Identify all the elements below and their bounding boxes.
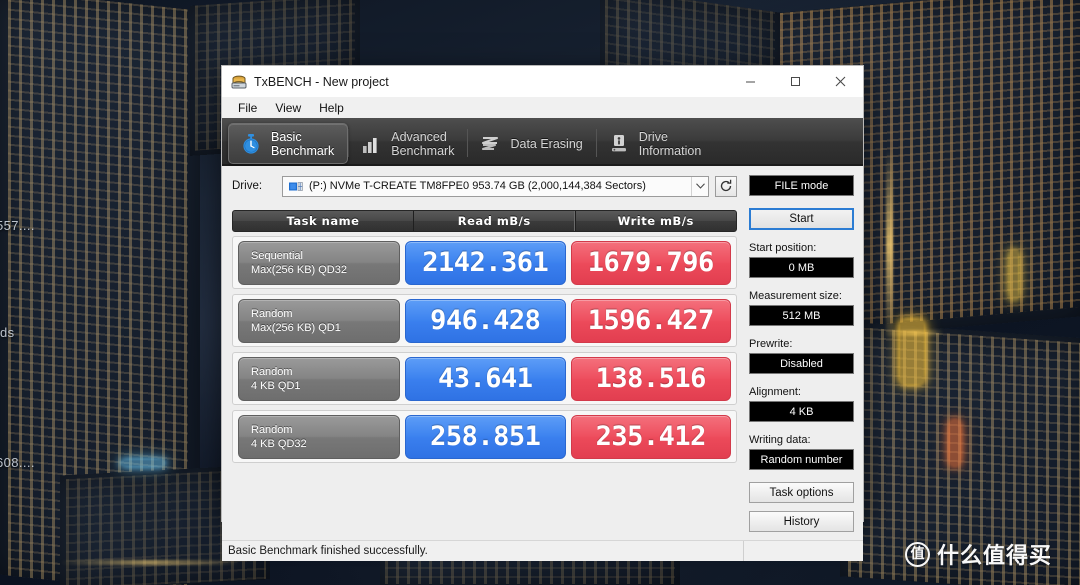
maximize-button[interactable] — [773, 66, 818, 97]
benchmark-results: Task name Read mB/s Write mB/s Sequentia… — [232, 210, 737, 468]
task-name-line1: Random — [251, 307, 293, 320]
write-value: 235.412 — [570, 414, 731, 459]
erase-waves-icon — [479, 133, 501, 155]
drive-select[interactable]: (P:) NVMe T-CREATE TM8FPE0 953.74 GB (2,… — [282, 175, 709, 197]
right-pane: FILE mode Start Start position: 0 MB Mea… — [747, 166, 863, 540]
task-name-line2: 4 KB QD1 — [251, 379, 301, 392]
results-header-row: Task name Read mB/s Write mB/s — [232, 210, 737, 232]
history-button[interactable]: History — [749, 511, 854, 532]
wallpaper-neon-sign — [950, 420, 960, 466]
task-name-line2: Max(256 KB) QD1 — [251, 321, 341, 334]
status-message: Basic Benchmark finished successfully. — [228, 545, 428, 557]
wallpaper-neon-sign — [120, 460, 166, 466]
task-name-line1: Random — [251, 365, 293, 378]
task-name-line1: Sequential — [251, 249, 303, 262]
bar-chart-icon — [360, 133, 382, 155]
task-badge[interactable]: Random Max(256 KB) QD1 — [238, 298, 400, 343]
read-value: 258.851 — [405, 414, 566, 459]
tab-advanced-benchmark[interactable]: Advanced Benchmark — [349, 123, 467, 164]
wallpaper-neon-sign — [1010, 250, 1018, 300]
column-header-task-name: Task name — [286, 214, 360, 228]
tab-advanced-benchmark-label: Advanced Benchmark — [391, 129, 455, 158]
stopwatch-icon — [240, 133, 262, 155]
menu-item-help[interactable]: Help — [311, 99, 352, 117]
table-row[interactable]: Random Max(256 KB) QD1 946.428 1596.427 — [232, 294, 737, 347]
refresh-button[interactable] — [715, 175, 737, 197]
writing-data-field[interactable]: Random number — [749, 449, 854, 470]
status-grip — [743, 541, 863, 561]
tab-data-erasing-label: Data Erasing — [510, 136, 583, 151]
info-drive-icon — [608, 133, 630, 155]
table-row[interactable]: Random 4 KB QD32 258.851 235.412 — [232, 410, 737, 463]
task-badge[interactable]: Random 4 KB QD32 — [238, 414, 400, 459]
table-row[interactable]: Random 4 KB QD1 43.641 138.516 — [232, 352, 737, 405]
task-name-line1: Random — [251, 423, 293, 436]
tab-strip: Basic Benchmark Advanced Benchmark Data … — [222, 118, 863, 166]
minimize-button[interactable] — [728, 66, 773, 97]
window-title: TxBENCH - New project — [254, 74, 389, 89]
smzdm-watermark: 值 什么值得买 — [905, 538, 1052, 570]
alignment-field[interactable]: 4 KB — [749, 401, 854, 422]
task-name-line2: 4 KB QD32 — [251, 437, 307, 450]
txbench-window: TxBENCH - New project File View Help Bas… — [221, 65, 864, 561]
drive-row: Drive: (P:) NVMe T-CREATE TM8FPE0 953.74… — [232, 175, 737, 197]
menu-item-file[interactable]: File — [230, 99, 265, 117]
read-value: 43.641 — [405, 356, 566, 401]
drive-selected-text: (P:) NVMe T-CREATE TM8FPE0 953.74 GB (2,… — [309, 180, 646, 192]
task-options-button[interactable]: Task options — [749, 482, 854, 503]
smzdm-watermark-text: 什么值得买 — [937, 544, 1053, 569]
wallpaper-street-light — [886, 150, 893, 340]
close-button[interactable] — [818, 66, 863, 97]
drive-icon — [289, 180, 303, 192]
start-button[interactable]: Start — [749, 208, 854, 230]
window-body: Drive: (P:) NVMe T-CREATE TM8FPE0 953.74… — [222, 166, 863, 540]
tab-data-erasing[interactable]: Data Erasing — [468, 123, 595, 164]
task-badge[interactable]: Random 4 KB QD1 — [238, 356, 400, 401]
alignment-label: Alignment: — [749, 386, 801, 398]
wallpaper-text-1: 557.... — [0, 218, 35, 233]
column-header-write: Write mB/s — [574, 211, 737, 231]
start-position-label: Start position: — [749, 242, 817, 254]
wallpaper-text-3: 608.... — [0, 455, 35, 470]
tab-drive-information-label: Drive Information — [638, 129, 702, 158]
write-value: 138.516 — [570, 356, 731, 401]
wallpaper-text-2: ds — [0, 325, 15, 340]
write-value: 1679.796 — [570, 240, 731, 285]
tab-basic-benchmark[interactable]: Basic Benchmark — [228, 123, 349, 164]
start-position-field[interactable]: 0 MB — [749, 257, 854, 278]
file-mode-button[interactable]: FILE mode — [749, 175, 854, 196]
write-value: 1596.427 — [570, 298, 731, 343]
menu-item-view[interactable]: View — [267, 99, 309, 117]
wallpaper-neon-sign — [900, 320, 924, 384]
app-drive-icon — [231, 74, 247, 90]
status-bar: Basic Benchmark finished successfully. — [222, 540, 863, 561]
prewrite-field[interactable]: Disabled — [749, 353, 854, 374]
smzdm-badge-icon: 值 — [905, 541, 930, 567]
writing-data-label: Writing data: — [749, 434, 811, 446]
measurement-size-field[interactable]: 512 MB — [749, 305, 854, 326]
table-row[interactable]: Sequential Max(256 KB) QD32 2142.361 167… — [232, 236, 737, 289]
drive-label: Drive: — [232, 180, 263, 192]
wallpaper-street-light — [60, 560, 240, 565]
task-name-line2: Max(256 KB) QD32 — [251, 263, 347, 276]
read-value: 946.428 — [405, 298, 566, 343]
left-pane: Drive: (P:) NVMe T-CREATE TM8FPE0 953.74… — [222, 166, 747, 540]
prewrite-label: Prewrite: — [749, 338, 793, 350]
tab-drive-information[interactable]: Drive Information — [597, 123, 715, 164]
title-bar[interactable]: TxBENCH - New project — [222, 66, 863, 97]
tab-basic-benchmark-label: Basic Benchmark — [271, 129, 335, 158]
task-badge[interactable]: Sequential Max(256 KB) QD32 — [238, 240, 400, 285]
chevron-down-icon[interactable] — [691, 176, 708, 196]
column-header-read: Read mB/s — [413, 211, 575, 231]
menu-bar: File View Help — [222, 97, 863, 118]
read-value: 2142.361 — [405, 240, 566, 285]
measurement-size-label: Measurement size: — [749, 290, 842, 302]
